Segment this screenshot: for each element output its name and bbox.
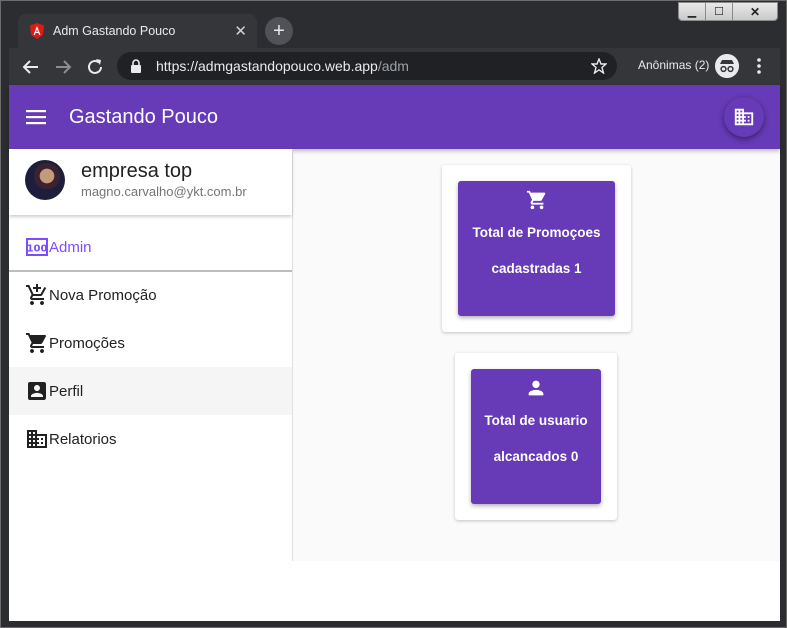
svg-text:100: 100 xyxy=(27,244,48,255)
close-window-button[interactable]: ✕ xyxy=(733,3,777,20)
browser-window: ▁ ☐ ✕ Adm Gastando Pouco ✕ + https://adm… xyxy=(0,0,787,628)
business-fab-button[interactable] xyxy=(724,97,764,137)
tab-title: Adm Gastando Pouco xyxy=(53,24,176,38)
promocoes-tile-line1: Total de Promoçoes xyxy=(472,225,601,240)
sidebar-item-relatorios[interactable]: Relatorios xyxy=(9,415,292,463)
browser-tab[interactable]: Adm Gastando Pouco ✕ xyxy=(18,14,257,48)
sidebar-item-promocoes[interactable]: Promoções xyxy=(9,319,292,367)
usuarios-tile-line1: Total de usuario xyxy=(484,413,588,428)
browser-toolbar: https://admgastandopouco.web.app/adm Anô… xyxy=(9,48,780,85)
forward-arrow-icon[interactable] xyxy=(53,57,73,77)
avatar xyxy=(25,160,65,200)
page-footer-area xyxy=(9,561,780,621)
promocoes-tile[interactable]: Total de Promoçoes cadastradas 1 xyxy=(458,181,615,316)
sidebar-item-label: Admin xyxy=(49,238,92,256)
close-tab-icon[interactable]: ✕ xyxy=(234,22,247,40)
url-text: https://admgastandopouco.web.app/adm xyxy=(156,58,409,74)
angular-logo-icon xyxy=(30,23,44,39)
usuarios-card: Total de usuario alcancados 0 xyxy=(455,353,617,520)
promocoes-card: Total de Promoçoes cadastradas 1 xyxy=(442,165,631,332)
sidebar-item-perfil[interactable]: Perfil xyxy=(9,367,292,415)
back-arrow-icon[interactable] xyxy=(21,57,41,77)
sidebar-item-label: Relatorios xyxy=(49,430,117,448)
minimize-button[interactable]: ▁ xyxy=(679,3,706,20)
sidebar-item-label: Nova Promoção xyxy=(49,286,157,304)
incognito-label[interactable]: Anônimas (2) xyxy=(638,58,709,72)
profile-header: empresa top magno.carvalho@ykt.com.br xyxy=(9,149,292,215)
maximize-button[interactable]: ☐ xyxy=(706,3,733,20)
promocoes-tile-line2: cadastradas 1 xyxy=(491,261,582,276)
profile-email: magno.carvalho@ykt.com.br xyxy=(81,184,247,199)
shopping-cart-icon xyxy=(526,190,545,210)
usuarios-tile-line2: alcancados 0 xyxy=(493,449,579,464)
incognito-icon[interactable] xyxy=(715,54,739,78)
sidebar-item-admin[interactable]: 100 Admin xyxy=(9,223,292,271)
sidebar-item-label: Promoções xyxy=(49,334,125,352)
web-page: Gastando Pouco empresa top magno.carvalh… xyxy=(9,85,780,621)
sidebar-item-nova-promocao[interactable]: Nova Promoção xyxy=(9,271,292,319)
reload-icon[interactable] xyxy=(85,57,105,77)
bookmark-star-icon[interactable] xyxy=(591,58,607,74)
add-shopping-cart-icon xyxy=(26,284,47,305)
sidebar-item-label: Perfil xyxy=(49,382,84,400)
lock-icon xyxy=(131,59,141,73)
dashboard-100-icon: 100 xyxy=(26,238,48,256)
new-tab-button[interactable]: + xyxy=(265,17,293,45)
url-path: /adm xyxy=(377,58,409,74)
address-bar[interactable]: https://admgastandopouco.web.app/adm xyxy=(117,52,617,80)
window-controls: ▁ ☐ ✕ xyxy=(678,2,778,21)
usuarios-tile[interactable]: Total de usuario alcancados 0 xyxy=(471,369,601,504)
sidebar: empresa top magno.carvalho@ykt.com.br 10… xyxy=(9,149,293,561)
account-box-icon xyxy=(28,382,46,400)
url-host: https://admgastandopouco.web.app xyxy=(156,58,378,74)
business-icon xyxy=(27,430,47,448)
shopping-cart-icon xyxy=(26,333,47,353)
menu-hamburger-icon[interactable] xyxy=(25,106,47,128)
person-icon xyxy=(528,380,544,396)
app-title: Gastando Pouco xyxy=(69,106,218,128)
app-toolbar: Gastando Pouco xyxy=(9,85,780,149)
profile-name: empresa top xyxy=(81,160,193,182)
business-icon xyxy=(734,108,754,126)
browser-menu-icon[interactable] xyxy=(749,56,769,76)
